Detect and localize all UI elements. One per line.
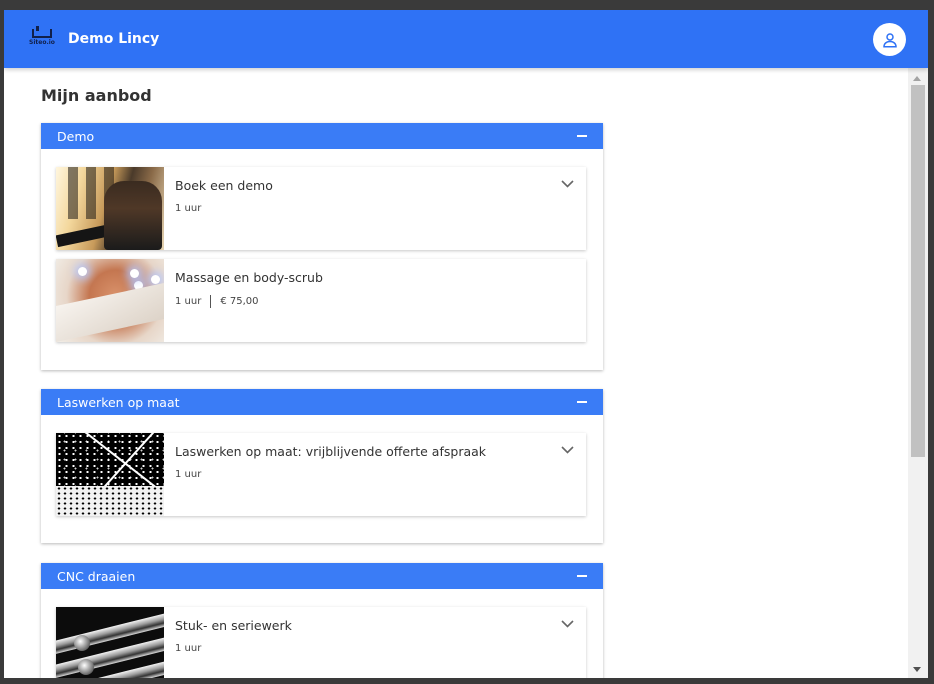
section-header[interactable]: CNC draaien: [41, 563, 603, 589]
section-demo: Demo Boek een demo 1 uur Massage en body…: [41, 123, 603, 370]
service-meta: 1 uur: [175, 643, 586, 654]
main-content: Mijn aanbod Demo Boek een demo 1 uur Mas…: [4, 68, 908, 678]
service-info: Boek een demo 1 uur: [164, 167, 586, 250]
section-laswerken: Laswerken op maat Laswerken op maat: vri…: [41, 389, 603, 543]
minus-icon[interactable]: [577, 401, 587, 403]
service-meta: 1 uur € 75,00: [175, 295, 586, 308]
service-info: Stuk- en seriewerk 1 uur: [164, 607, 586, 678]
service-thumbnail: [56, 433, 164, 516]
meta-divider: [210, 295, 212, 308]
service-title: Boek een demo: [175, 178, 273, 193]
service-title: Laswerken op maat: vrijblijvende offerte…: [175, 444, 487, 459]
section-body: Boek een demo 1 uur Massage en body-scru…: [41, 149, 603, 342]
user-icon: [882, 32, 897, 47]
page-title: Mijn aanbod: [41, 86, 152, 105]
service-meta: 1 uur: [175, 203, 586, 214]
minus-icon[interactable]: [577, 135, 587, 137]
siteo-logo[interactable]: Siteo.io: [29, 26, 55, 50]
logo-mark: [32, 26, 52, 38]
section-header[interactable]: Laswerken op maat: [41, 389, 603, 415]
service-price: € 75,00: [220, 296, 259, 307]
service-thumbnail: [56, 259, 164, 342]
service-card[interactable]: Boek een demo 1 uur: [56, 167, 586, 250]
scrollbar-thumb[interactable]: [911, 85, 925, 457]
section-title: Demo: [57, 128, 95, 144]
minus-icon[interactable]: [577, 575, 587, 577]
logo-text: Siteo.io: [29, 39, 55, 46]
service-title: Massage en body-scrub: [175, 270, 323, 285]
section-header[interactable]: Demo: [41, 123, 603, 149]
account-button[interactable]: [873, 23, 906, 56]
service-duration: 1 uur: [175, 296, 202, 307]
service-meta: 1 uur: [175, 469, 586, 480]
scroll-down-arrow-icon[interactable]: [913, 667, 921, 672]
service-duration: 1 uur: [175, 203, 202, 214]
chevron-down-icon[interactable]: [561, 446, 574, 454]
section-cnc-draaien: CNC draaien Stuk- en seriewerk 1 uur: [41, 563, 603, 678]
service-card[interactable]: Laswerken op maat: vrijblijvende offerte…: [56, 433, 586, 516]
service-duration: 1 uur: [175, 643, 202, 654]
section-body: Stuk- en seriewerk 1 uur: [41, 589, 603, 678]
vertical-scrollbar[interactable]: [908, 68, 928, 678]
chevron-down-icon[interactable]: [561, 180, 574, 188]
section-title: CNC draaien: [57, 568, 136, 584]
app-title: Demo Lincy: [68, 31, 160, 47]
section-body: Laswerken op maat: vrijblijvende offerte…: [41, 415, 603, 516]
service-thumbnail: [56, 607, 164, 678]
top-app-bar: Siteo.io Demo Lincy: [4, 10, 928, 68]
scroll-up-arrow-icon[interactable]: [913, 76, 921, 81]
chevron-down-icon[interactable]: [561, 620, 574, 628]
service-title: Stuk- en seriewerk: [175, 618, 292, 633]
service-info: Laswerken op maat: vrijblijvende offerte…: [164, 433, 586, 516]
service-info: Massage en body-scrub 1 uur € 75,00: [164, 259, 586, 342]
service-thumbnail: [56, 167, 164, 250]
browser-viewport: Siteo.io Demo Lincy Mijn aanbod Demo Boe…: [4, 10, 928, 678]
service-duration: 1 uur: [175, 469, 202, 480]
service-card[interactable]: Massage en body-scrub 1 uur € 75,00: [56, 259, 586, 342]
service-card[interactable]: Stuk- en seriewerk 1 uur: [56, 607, 586, 678]
section-title: Laswerken op maat: [57, 394, 180, 410]
